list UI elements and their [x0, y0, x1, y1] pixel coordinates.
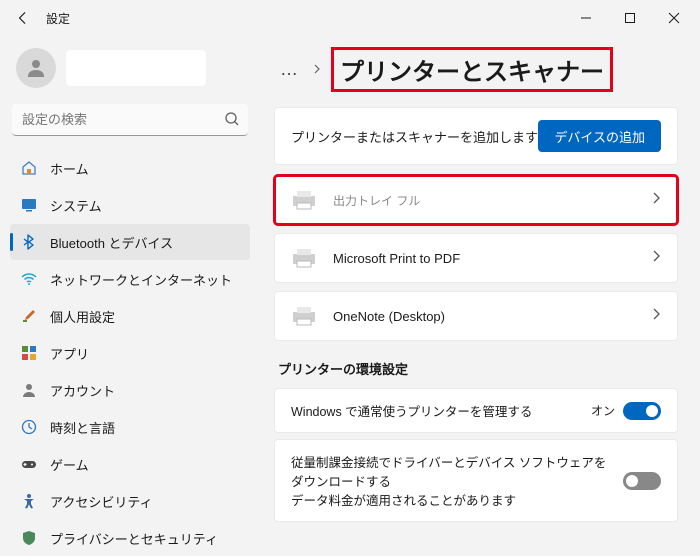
nav-label: プライバシーとセキュリティ: [50, 529, 218, 548]
default-printer-toggle[interactable]: [623, 402, 661, 420]
nav-label: システム: [50, 196, 102, 215]
sidebar: ホーム システム Bluetooth とデバイス ネットワークとインターネット …: [0, 36, 260, 556]
search-input[interactable]: [12, 104, 248, 136]
nav-list: ホーム システム Bluetooth とデバイス ネットワークとインターネット …: [10, 150, 250, 556]
chevron-right-icon: [312, 63, 322, 77]
search-icon: [224, 111, 240, 132]
home-icon: [20, 159, 38, 177]
close-button[interactable]: [652, 3, 696, 33]
nav-label: 時刻と言語: [50, 418, 115, 437]
nav-privacy[interactable]: プライバシーとセキュリティ: [10, 520, 250, 556]
printer-status: 出力トレイ フル: [333, 192, 420, 209]
nav-time-language[interactable]: 時刻と言語: [10, 409, 250, 445]
minimize-button[interactable]: [564, 3, 608, 33]
printer-item-2[interactable]: OneNote (Desktop): [274, 291, 678, 341]
nav-label: アクセシビリティ: [50, 492, 153, 511]
gaming-icon: [20, 455, 38, 473]
nav-label: ゲーム: [50, 455, 89, 474]
nav-apps[interactable]: アプリ: [10, 335, 250, 371]
add-device-card: プリンターまたはスキャナーを追加します デバイスの追加: [274, 107, 678, 165]
maximize-button[interactable]: [608, 3, 652, 33]
setting-label: Windows で通常使うプリンターを管理する: [291, 401, 577, 420]
nav-network[interactable]: ネットワークとインターネット: [10, 261, 250, 297]
printer-prefs-heading: プリンターの環境設定: [278, 359, 678, 378]
nav-label: Bluetooth とデバイス: [50, 233, 173, 252]
apps-icon: [20, 344, 38, 362]
printer-name: Microsoft Print to PDF: [333, 251, 460, 266]
nav-home[interactable]: ホーム: [10, 150, 250, 186]
nav-accessibility[interactable]: アクセシビリティ: [10, 483, 250, 519]
nav-bluetooth-devices[interactable]: Bluetooth とデバイス: [10, 224, 250, 260]
titlebar: 設定: [0, 0, 700, 36]
printer-icon: [291, 306, 317, 326]
avatar: [16, 48, 56, 88]
setting-label: 従量制課金接続でドライバーとデバイス ソフトウェアをダウンロードする: [291, 452, 609, 490]
nav-label: ホーム: [50, 159, 89, 178]
profile-name: [66, 50, 206, 86]
page-title: プリンターとスキャナー: [334, 50, 610, 89]
breadcrumb: … プリンターとスキャナー: [280, 50, 678, 89]
chevron-right-icon: [651, 249, 661, 267]
default-printer-setting: Windows で通常使うプリンターを管理する オン: [274, 388, 678, 433]
printer-icon: [291, 190, 317, 210]
breadcrumb-overflow[interactable]: …: [280, 59, 300, 80]
nav-gaming[interactable]: ゲーム: [10, 446, 250, 482]
nav-system[interactable]: システム: [10, 187, 250, 223]
chevron-right-icon: [651, 307, 661, 325]
nav-label: アカウント: [50, 381, 115, 400]
setting-sublabel: データ料金が適用されることがあります: [291, 490, 609, 509]
metered-download-toggle[interactable]: [623, 472, 661, 490]
toggle-state-label: オン: [591, 402, 615, 419]
search-box[interactable]: [12, 104, 248, 136]
bluetooth-icon: [20, 233, 38, 251]
account-icon: [20, 381, 38, 399]
window-title: 設定: [46, 10, 70, 27]
printer-icon: [291, 248, 317, 268]
brush-icon: [20, 307, 38, 325]
nav-accounts[interactable]: アカウント: [10, 372, 250, 408]
printer-name: OneNote (Desktop): [333, 309, 445, 324]
printer-item-0[interactable]: 出力トレイ フル: [274, 175, 678, 225]
main-content: … プリンターとスキャナー プリンターまたはスキャナーを追加します デバイスの追…: [260, 36, 700, 556]
wifi-icon: [20, 270, 38, 288]
nav-label: ネットワークとインターネット: [50, 270, 232, 289]
profile-block[interactable]: [10, 44, 250, 102]
shield-icon: [20, 529, 38, 547]
printer-item-1[interactable]: Microsoft Print to PDF: [274, 233, 678, 283]
back-button[interactable]: [14, 9, 32, 27]
chevron-right-icon: [651, 191, 661, 209]
nav-personalization[interactable]: 個人用設定: [10, 298, 250, 334]
accessibility-icon: [20, 492, 38, 510]
nav-label: アプリ: [50, 344, 89, 363]
metered-download-setting: 従量制課金接続でドライバーとデバイス ソフトウェアをダウンロードする データ料金…: [274, 439, 678, 522]
add-device-button[interactable]: デバイスの追加: [538, 120, 661, 152]
clock-icon: [20, 418, 38, 436]
add-device-label: プリンターまたはスキャナーを追加します: [291, 127, 538, 146]
system-icon: [20, 196, 38, 214]
nav-label: 個人用設定: [50, 307, 115, 326]
